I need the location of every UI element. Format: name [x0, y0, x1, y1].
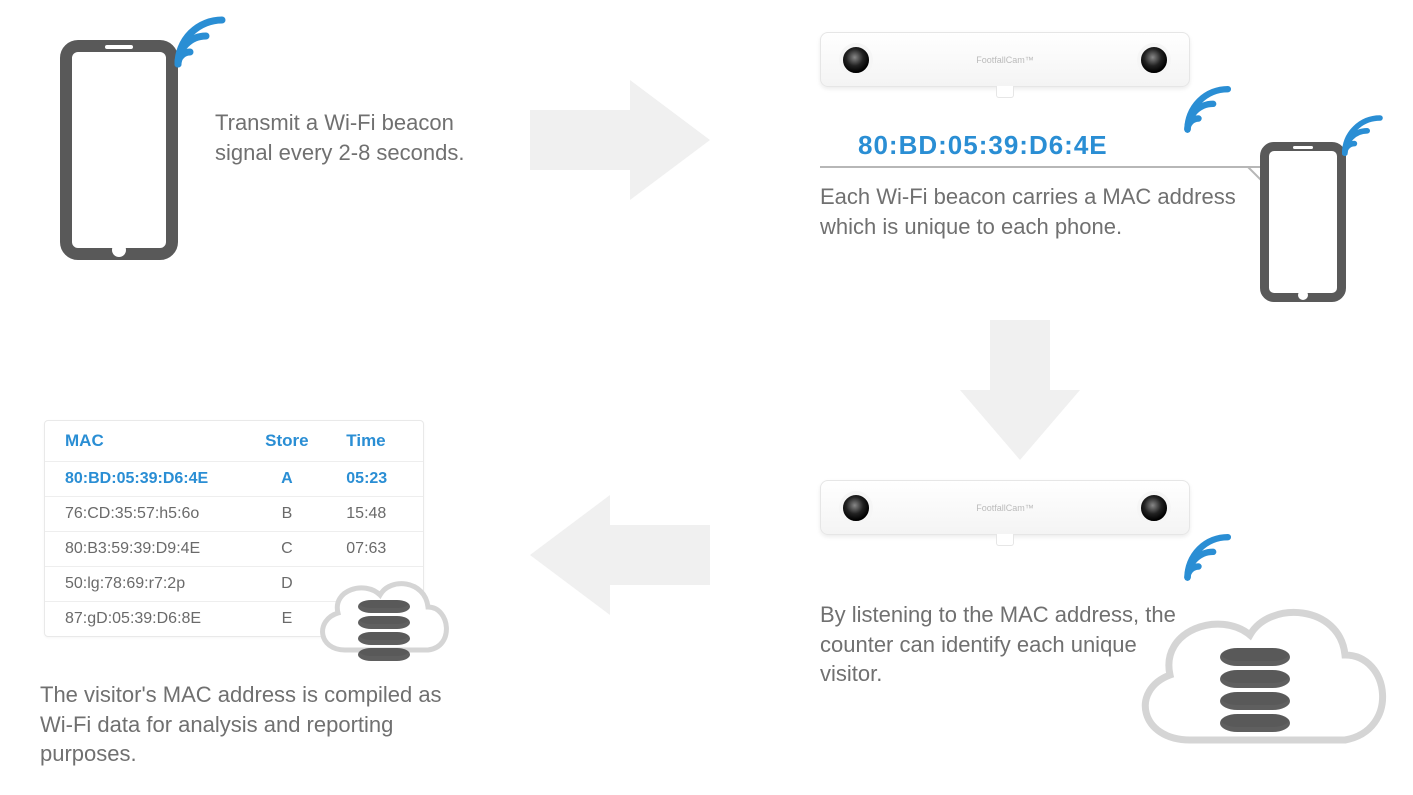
- phone-icon: [60, 40, 178, 260]
- cell-store: B: [242, 497, 333, 532]
- step4-text: The visitor's MAC address is compiled as…: [40, 680, 460, 769]
- cell-store: A: [242, 462, 333, 497]
- flow-arrow-down-icon: [960, 320, 1080, 460]
- col-header-store: Store: [242, 421, 333, 462]
- wifi-icon: [1182, 80, 1237, 135]
- cell-time: 05:23: [332, 462, 423, 497]
- mac-address-value: 80:BD:05:39:D6:4E: [858, 130, 1108, 161]
- step1-text: Transmit a Wi-Fi beacon signal every 2-8…: [215, 108, 475, 167]
- sensor-brand-label: FootfallCam™: [976, 55, 1034, 65]
- flow-arrow-right-icon: [530, 80, 710, 200]
- table-row: 80:BD:05:39:D6:4E A 05:23: [45, 462, 423, 497]
- sensor-brand-label: FootfallCam™: [976, 503, 1034, 513]
- cell-mac: 80:BD:05:39:D6:4E: [45, 462, 242, 497]
- database-icon: [358, 600, 410, 664]
- sensor-device-icon: FootfallCam™: [820, 480, 1190, 535]
- flow-arrow-left-icon: [530, 495, 710, 615]
- cell-mac: 87:gD:05:39:D6:8E: [45, 602, 242, 637]
- cell-time: 15:48: [332, 497, 423, 532]
- database-icon: [1220, 648, 1290, 736]
- cell-store: C: [242, 532, 333, 567]
- cell-mac: 76:CD:35:57:h5:6o: [45, 497, 242, 532]
- cell-mac: 80:B3:59:39:D9:4E: [45, 532, 242, 567]
- cell-time: 07:63: [332, 532, 423, 567]
- wifi-icon: [172, 10, 232, 70]
- col-header-mac: MAC: [45, 421, 242, 462]
- sensor-device-icon: FootfallCam™: [820, 32, 1190, 87]
- phone-icon: [1260, 142, 1346, 302]
- step2-text: Each Wi-Fi beacon carries a MAC address …: [820, 182, 1240, 241]
- cell-mac: 50:lg:78:69:r7:2p: [45, 567, 242, 602]
- table-row: 80:B3:59:39:D9:4E C 07:63: [45, 532, 423, 567]
- wifi-icon: [1182, 528, 1237, 583]
- divider-line: [820, 166, 1275, 168]
- col-header-time: Time: [332, 421, 423, 462]
- wifi-icon: [1340, 110, 1388, 158]
- table-row: 76:CD:35:57:h5:6o B 15:48: [45, 497, 423, 532]
